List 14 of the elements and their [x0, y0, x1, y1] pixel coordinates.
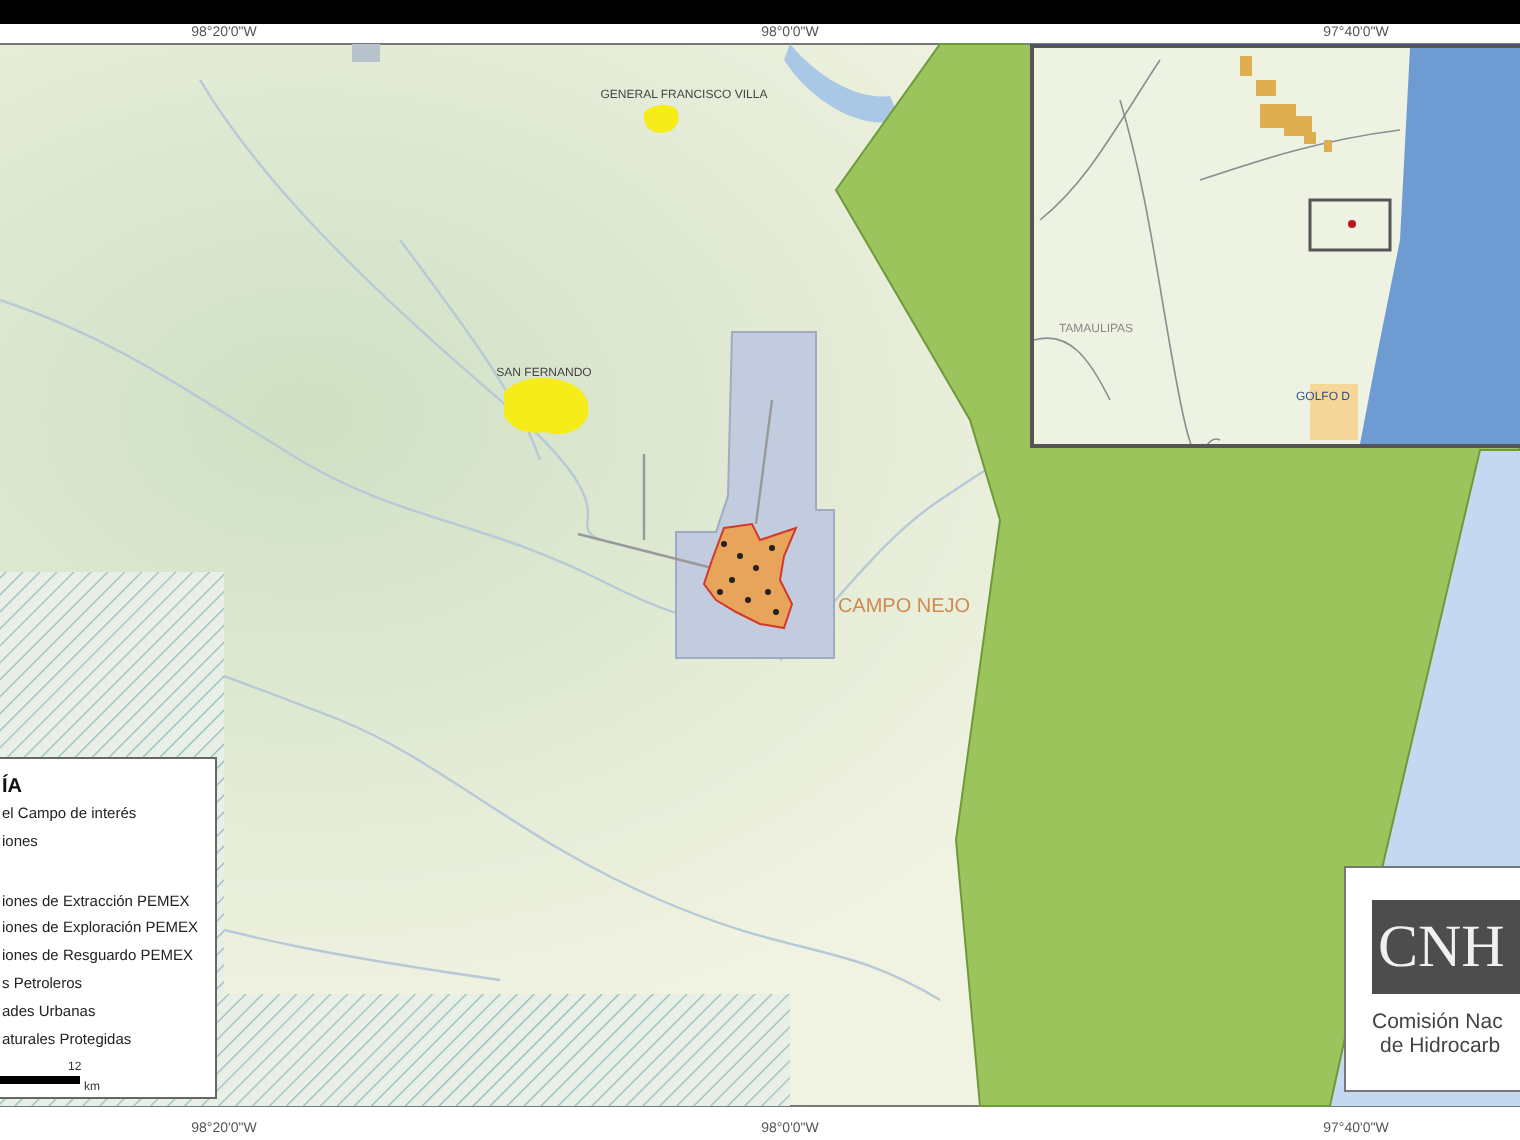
field-label: CAMPO NEJO: [837, 596, 971, 618]
oil-field: [702, 522, 798, 630]
urban-area: [504, 377, 589, 434]
logo-text: Comisión Nac: [1372, 1010, 1503, 1034]
logo-acronym: CNH: [1372, 900, 1520, 994]
scale-bar: [0, 1076, 80, 1084]
location-frame: [1308, 198, 1392, 252]
legend-title: ÍA: [2, 776, 22, 798]
well-drawing: [717, 541, 779, 615]
urban-area: [352, 44, 380, 62]
location-dot: [1348, 220, 1356, 228]
urban-area: [644, 104, 679, 133]
lake-icon: [784, 44, 900, 123]
logo-text: de Hidrocarb: [1380, 1034, 1501, 1058]
